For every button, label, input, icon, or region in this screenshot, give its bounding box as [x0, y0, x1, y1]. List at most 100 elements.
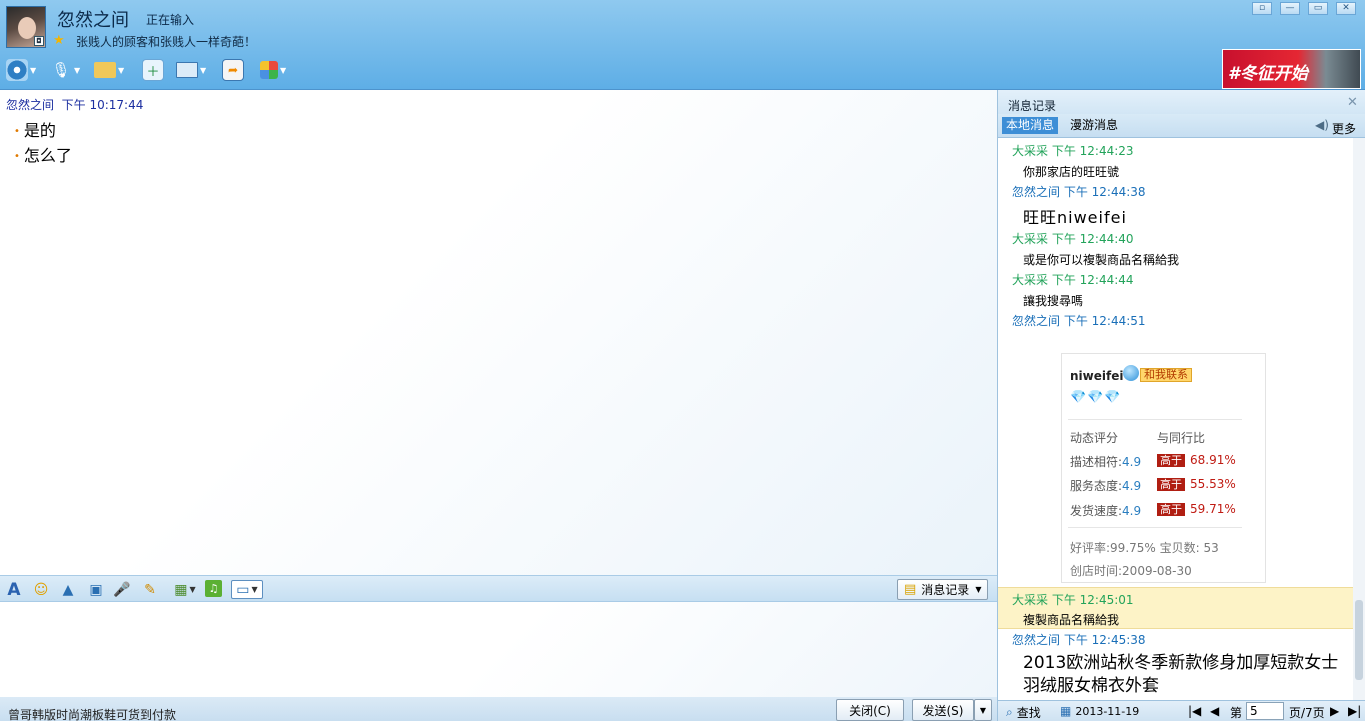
chevron-down-icon: ▼	[251, 585, 258, 594]
bottom-bar: 曾哥韩版时尚潮板鞋可货到付款 关闭(C) 发送(S) ▼	[0, 697, 997, 721]
send-file-button[interactable]: ▼	[94, 56, 124, 84]
typing-status: 正在输入	[146, 13, 195, 27]
voice-message-icon[interactable]: 🎤	[112, 580, 132, 599]
calendar-icon: ▦	[1060, 704, 1072, 718]
shop-card[interactable]: niweifei 和我联系 💎💎💎 动态评分 与同行比 描述相符:4.9 高于 6…	[1061, 353, 1266, 583]
history-message-text: 你那家店的旺旺號	[1023, 165, 1120, 179]
scrollbar-thumb[interactable]	[1355, 600, 1363, 680]
date-picker[interactable]: ▦ 2013-11-19	[1060, 704, 1139, 718]
webcam-icon	[6, 59, 28, 81]
monitor-icon: ▭	[236, 581, 250, 598]
page-suffix: 页/7页	[1289, 706, 1325, 720]
video-call-button[interactable]: ▼	[6, 56, 36, 84]
bullet-icon: •	[14, 126, 20, 137]
search-history-button[interactable]: ⌕ 查找	[1006, 704, 1041, 721]
maximize-button[interactable]: ▭	[1308, 2, 1328, 15]
contact-name[interactable]: 忽然之间	[57, 6, 129, 32]
shop-card-container: niweifei 和我联系 💎💎💎 动态评分 与同行比 描述相符:4.9 高于 6…	[1023, 331, 1279, 583]
shop-rating-line: 好评率:99.75% 宝贝数: 53	[1070, 541, 1219, 555]
history-message-header: 忽然之间 下午 12:44:51	[1012, 314, 1146, 328]
history-message-text: 或是你可以複製商品名稱給我	[1023, 253, 1180, 267]
skin-button[interactable]: ▫	[1252, 2, 1272, 15]
chevron-down-icon: ▼	[975, 585, 982, 594]
last-page-icon[interactable]: ▶|	[1348, 704, 1361, 718]
chat-message: • 是的	[14, 121, 56, 140]
remote-desktop-button[interactable]: ▼	[176, 56, 206, 84]
compare-column-header: 与同行比	[1157, 431, 1206, 445]
history-message-text: 讓我搜尋嗎	[1023, 294, 1084, 308]
contact-avatar[interactable]: ◘	[6, 6, 46, 48]
message-sender: 忽然之间	[6, 98, 55, 112]
add-chat-icon: ＋	[142, 59, 164, 81]
message-history-button[interactable]: ▤ 消息记录 ▼	[897, 579, 988, 600]
history-bottom-bar: ⌕ 查找 ▦ 2013-11-19 |◀ ◀ 第 5 页/7页 ▶ ▶|	[998, 700, 1365, 721]
divider	[1068, 527, 1242, 528]
chevron-down-icon: ▼	[74, 65, 81, 75]
close-button[interactable]: 关闭(C)	[836, 699, 904, 721]
speaker-icon[interactable]: ◀)	[1315, 118, 1329, 132]
search-icon: ⌕	[1006, 705, 1013, 719]
message-history-panel: 消息记录 ✕ 本地消息 漫游消息 ◀) 更多 大采采 下午 12:44:23 你…	[997, 90, 1365, 721]
tab-roaming-messages[interactable]: 漫游消息	[1070, 117, 1118, 134]
music-icon[interactable]: ♫	[205, 580, 222, 597]
previous-page-icon[interactable]: ◀	[1210, 704, 1219, 718]
send-button[interactable]: 发送(S)	[912, 699, 974, 721]
wangwang-icon	[1123, 365, 1139, 381]
share-icon: ➦	[222, 59, 244, 81]
font-button[interactable]: A	[4, 580, 24, 600]
panel-title-bar: 消息记录 ✕	[998, 90, 1365, 114]
image-button[interactable]: ▦ ▼	[170, 580, 200, 599]
create-group-button[interactable]: ＋	[142, 56, 164, 84]
history-message-header: 忽然之间 下午 12:44:38	[1012, 185, 1146, 199]
minimize-button[interactable]: —	[1280, 2, 1300, 15]
chevron-down-icon: ▼	[979, 705, 987, 715]
tab-local-messages[interactable]: 本地消息	[1002, 117, 1058, 134]
history-message-header: 忽然之间 下午 12:45:38	[1012, 633, 1146, 647]
close-window-button[interactable]: ✕	[1336, 2, 1356, 15]
message-time: 下午 10:17:44	[61, 98, 144, 112]
highlighted-message: 大采采 下午 12:45:01 複製商品名稱給我	[998, 587, 1353, 629]
edit-note-icon[interactable]: ✎	[140, 580, 160, 599]
shake-window-icon[interactable]: ▲	[58, 580, 78, 599]
shop-name[interactable]: niweifei	[1070, 369, 1123, 383]
rating-row: 服务态度:4.9	[1070, 479, 1142, 493]
message-input[interactable]	[0, 602, 997, 697]
rating-row: 发货速度:4.9	[1070, 504, 1142, 518]
page-number-input[interactable]: 5	[1246, 702, 1284, 720]
panel-title: 消息记录	[1008, 99, 1057, 113]
input-toolbar: A ☺ ▲ ▣ 🎤 ✎ ▦ ▼ ♫ ▭ ▼ ▤ 消息记录 ▼	[0, 575, 997, 602]
history-message-header: 大采采 下午 12:44:44	[1012, 273, 1134, 287]
chat-messages-area[interactable]: 忽然之间 下午 10:17:44 • 是的 • 怎么了	[0, 90, 997, 575]
rating-column-header: 动态评分	[1070, 431, 1119, 445]
top-toolbar: ▼ 🎙 ▼ ▼ ＋ ▼ ➦ ▼	[0, 56, 320, 86]
share-screen-button[interactable]: ➦	[222, 56, 244, 84]
compare-row: 高于 68.91%	[1157, 453, 1236, 467]
star-icon: ★	[53, 33, 65, 48]
next-page-icon[interactable]: ▶	[1330, 704, 1339, 718]
message-header: 忽然之间 下午 10:17:44	[6, 96, 143, 113]
send-options-dropdown[interactable]: ▼	[974, 699, 992, 721]
more-button[interactable]: 更多	[1332, 120, 1356, 137]
apps-button[interactable]: ▼	[260, 56, 286, 84]
history-message-list[interactable]: 大采采 下午 12:44:23 你那家店的旺旺號 忽然之间 下午 12:44:3…	[998, 138, 1353, 710]
folder-icon	[94, 62, 116, 78]
camera-badge-icon: ◘	[34, 36, 44, 46]
history-message-header: 大采采 下午 12:44:40	[1012, 232, 1134, 246]
chevron-down-icon: ▼	[280, 65, 287, 75]
apps-grid-icon	[260, 61, 278, 79]
panel-close-icon[interactable]: ✕	[1347, 95, 1358, 110]
ad-link[interactable]: 曾哥韩版时尚潮板鞋可货到付款	[8, 706, 176, 721]
voice-call-button[interactable]: 🎙 ▼	[50, 56, 80, 84]
chevron-down-icon: ▼	[200, 65, 207, 75]
chat-message: • 怎么了	[14, 146, 72, 165]
screenshot-icon[interactable]: ▣	[86, 580, 106, 599]
bullet-icon: •	[14, 151, 20, 162]
message-mode-button[interactable]: ▭ ▼	[231, 580, 263, 599]
promo-banner[interactable]: #冬征开始	[1222, 49, 1361, 89]
history-message-text: 2013欧洲站秋冬季新款修身加厚短款女士羽绒服女棉衣外套	[1023, 653, 1339, 696]
first-page-icon[interactable]: |◀	[1188, 704, 1201, 718]
emoji-icon[interactable]: ☺	[31, 580, 51, 599]
history-message-text: 旺旺niweifei	[1023, 208, 1127, 227]
contact-me-button[interactable]: 和我联系	[1140, 368, 1192, 382]
divider	[1068, 419, 1242, 420]
